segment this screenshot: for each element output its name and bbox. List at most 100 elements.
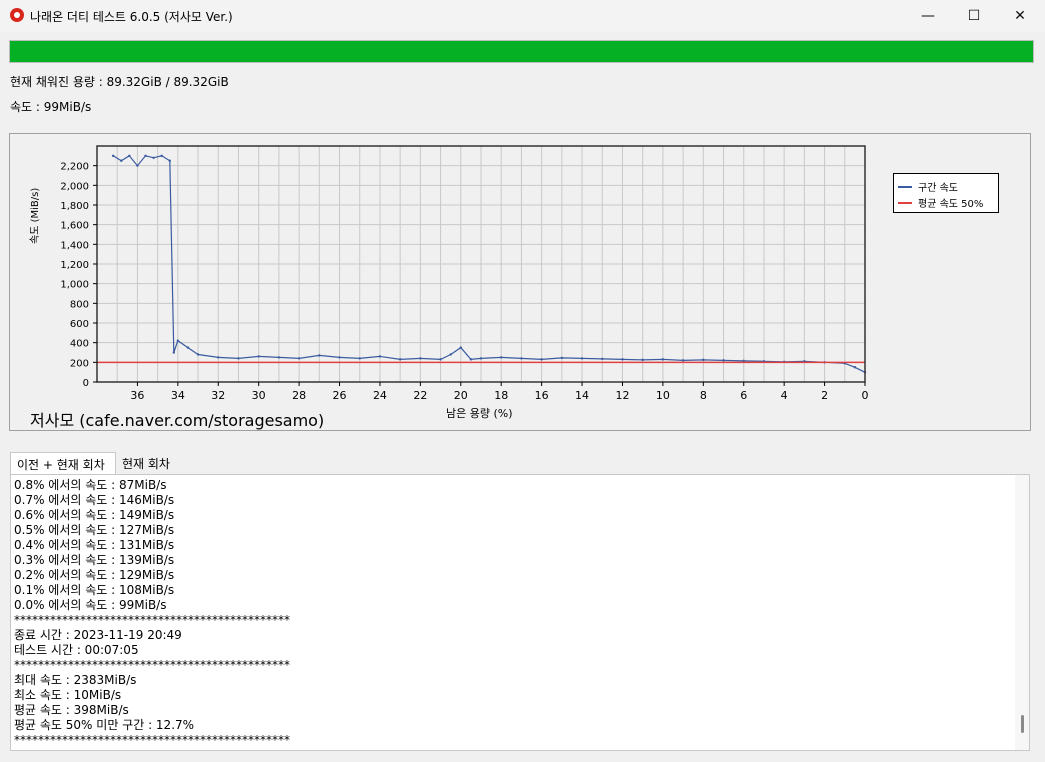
data-point — [176, 339, 180, 342]
chart-caption: 저사모 (cafe.naver.com/storagesamo) — [30, 411, 325, 430]
x-tick-label: 8 — [700, 389, 707, 402]
speed-chart: 36 34 32 30 28 26 24 22 20 18 16 14 12 10 8 6 4 2 00200400… — [60, 145, 869, 402]
legend-swatch-red — [898, 201, 912, 204]
log-line: 0.8% 에서의 속도 : 87MiB/s — [14, 478, 167, 492]
x-tick-label: 4 — [781, 389, 788, 402]
y-tick-label: 200 — [70, 358, 89, 369]
y-tick-label: 2,200 — [60, 162, 89, 173]
log-line: 0.0% 에서의 속도 : 99MiB/s — [14, 598, 167, 612]
data-point — [459, 346, 462, 349]
data-point — [172, 351, 175, 354]
log-line: 0.2% 에서의 속도 : 129MiB/s — [14, 568, 175, 582]
x-tick-label: 6 — [740, 389, 747, 402]
data-point — [297, 357, 301, 360]
data-point — [277, 356, 281, 359]
tab-current-round[interactable]: 현재 회차 — [116, 452, 176, 474]
data-point — [128, 154, 131, 158]
data-point — [560, 356, 564, 360]
log-line: 평균 속도 : 398MiB/s — [14, 703, 129, 717]
x-tick-label: 36 — [130, 389, 144, 402]
log-lines: 0.8% 에서의 속도 : 87MiB/s 0.7% 에서의 속도 : 146Mi… — [14, 478, 290, 748]
y-tick-label: 1,800 — [60, 201, 89, 212]
x-tick-label: 10 — [656, 389, 670, 402]
close-icon[interactable]: ✕ — [997, 0, 1043, 32]
data-point — [196, 353, 200, 356]
legend-swatch-blue — [898, 185, 912, 188]
progress-fill — [10, 41, 1033, 62]
data-point — [217, 356, 220, 359]
y-tick-label: 1,000 — [60, 280, 89, 291]
log-line: 최소 속도 : 10MiB/s — [14, 688, 122, 702]
data-point — [500, 356, 503, 359]
x-tick-label: 34 — [171, 389, 185, 402]
data-point — [257, 355, 260, 358]
x-tick-label: 14 — [575, 389, 589, 402]
x-tick-label: 2 — [821, 389, 828, 402]
y-tick-label: 800 — [70, 299, 89, 310]
log-line: 0.1% 에서의 속도 : 108MiB/s — [14, 583, 175, 597]
data-point — [338, 356, 341, 359]
window-title: 나래온 더티 테스트 6.0.5 (저사모 Ver.) — [30, 10, 233, 24]
data-point — [186, 346, 190, 349]
data-point — [144, 154, 147, 158]
y-tick-label: 1,200 — [60, 260, 89, 271]
log-textbox[interactable]: 0.8% 에서의 속도 : 87MiB/s 0.7% 에서의 속도 : 146Mi… — [10, 474, 1030, 751]
log-line: 0.6% 에서의 속도 : 149MiB/s — [14, 508, 175, 522]
log-line: ****************************************… — [14, 613, 290, 627]
data-point — [469, 358, 473, 361]
y-tick-label: 400 — [70, 339, 89, 350]
data-point — [237, 357, 240, 360]
chart-legend: 구간 속도 평균 속도 50% — [893, 173, 999, 213]
y-axis-label: 속도 (MiB/s) — [30, 187, 41, 244]
log-line: 0.5% 에서의 속도 : 127MiB/s — [14, 523, 175, 537]
y-tick-label: 1,400 — [60, 240, 89, 251]
log-line: 0.4% 에서의 속도 : 131MiB/s — [14, 538, 175, 552]
x-tick-label: 16 — [535, 389, 549, 402]
y-tick-label: 1,600 — [60, 221, 89, 232]
x-tick-label: 26 — [333, 389, 347, 402]
log-line: 종료 시간 : 2023-11-19 20:49 — [14, 628, 182, 642]
x-tick-label: 30 — [252, 389, 266, 402]
legend-label: 평균 속도 50% — [918, 199, 984, 210]
data-point — [358, 357, 361, 360]
x-tick-label: 0 — [862, 389, 869, 402]
x-tick-label: 12 — [615, 389, 629, 402]
data-point — [449, 353, 452, 356]
log-line: 테스트 시간 : 00:07:05 — [14, 643, 139, 657]
log-line: 최대 속도 : 2383MiB/s — [14, 673, 137, 687]
data-point — [520, 357, 523, 360]
x-tick-label: 18 — [494, 389, 508, 402]
data-point — [601, 357, 604, 361]
tab-all-rounds[interactable]: 이전 + 현재 회차 — [10, 452, 116, 474]
data-point — [120, 159, 123, 162]
data-point — [540, 358, 543, 361]
y-tick-label: 2,000 — [60, 181, 89, 192]
data-point — [318, 354, 321, 357]
data-point — [439, 358, 442, 361]
title-bar: 나래온 더티 테스트 6.0.5 (저사모 Ver.) — ☐ ✕ — [0, 0, 1045, 32]
x-tick-label: 28 — [292, 389, 306, 402]
data-point — [853, 366, 857, 369]
data-point — [152, 156, 155, 159]
data-point — [702, 358, 705, 362]
data-point — [479, 357, 483, 360]
log-line: 0.7% 에서의 속도 : 146MiB/s — [14, 493, 175, 507]
chart-panel: 36 34 32 30 28 26 24 22 20 18 16 14 12 10 8 6 4 2 0 0 200 400… — [9, 133, 1031, 431]
minimize-icon[interactable]: — — [905, 0, 951, 32]
maximize-icon[interactable]: ☐ — [951, 0, 997, 32]
x-tick-label: 20 — [454, 389, 468, 402]
legend-item-segment-speed: 구간 속도 — [898, 179, 958, 194]
legend-item-average-speed: 평균 속도 50% — [898, 195, 983, 210]
data-point — [168, 159, 171, 162]
log-line: ****************************************… — [14, 733, 290, 747]
log-line: ****************************************… — [14, 658, 290, 672]
data-point — [621, 358, 624, 361]
written-capacity: 현재 채워진 용량 : 89.32GiB / 89.32GiB — [10, 75, 229, 89]
progress-bar — [9, 40, 1034, 63]
log-scrollbar[interactable] — [1015, 475, 1029, 750]
data-point — [378, 355, 382, 358]
data-point — [398, 358, 402, 361]
log-line: 평균 속도 50% 미만 구간 : 12.7% — [14, 718, 195, 732]
x-tick-label: 22 — [413, 389, 427, 402]
scroll-thumb[interactable] — [1021, 715, 1024, 733]
